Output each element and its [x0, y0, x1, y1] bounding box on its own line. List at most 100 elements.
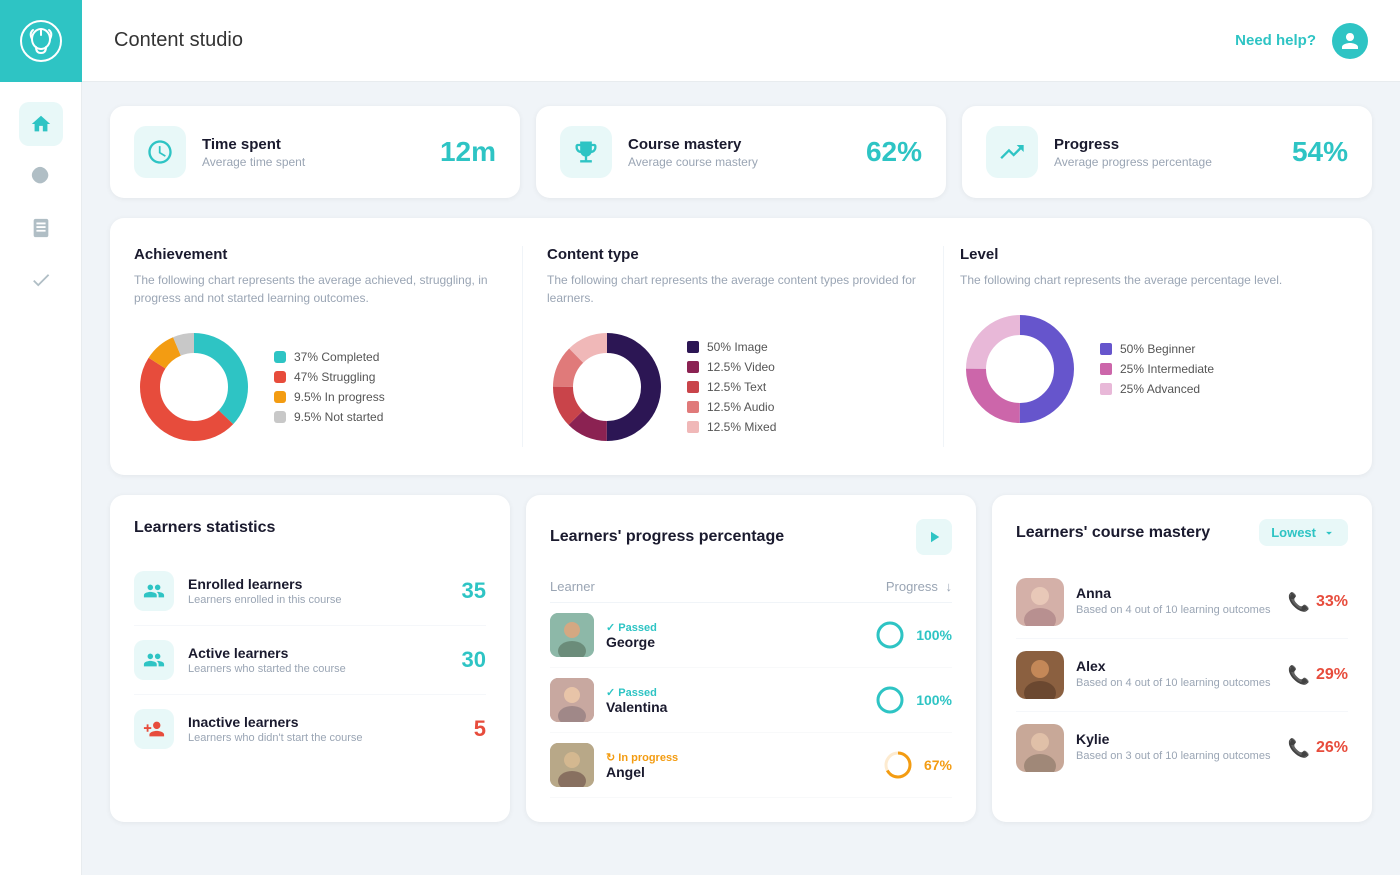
legend-item-image: 50% Image: [687, 340, 776, 354]
kylie-mastery-icon: 📞: [1288, 738, 1310, 759]
trending-icon-wrap: [986, 126, 1038, 178]
legend-label-completed: 37% Completed: [294, 350, 379, 364]
achievement-title: Achievement: [134, 246, 506, 263]
sidebar-item-chart[interactable]: [19, 154, 63, 198]
inactive-value: 5: [474, 716, 486, 742]
progress-arrow-btn[interactable]: [916, 519, 952, 555]
progress-label: Progress: [1054, 136, 1276, 153]
need-help-link[interactable]: Need help?: [1235, 32, 1316, 49]
time-spent-info: Time spent Average time spent: [202, 136, 424, 169]
time-spent-sublabel: Average time spent: [202, 155, 424, 169]
legend-dot-video: [687, 361, 699, 373]
dashboard-content: Time spent Average time spent 12m Course…: [82, 82, 1400, 846]
stat-cards-row: Time spent Average time spent 12m Course…: [110, 106, 1372, 198]
inactive-icon-wrap: [134, 709, 174, 749]
mastery-filter-dropdown[interactable]: Lowest: [1259, 519, 1348, 546]
legend-label-video: 12.5% Video: [707, 360, 775, 374]
legend-item-video: 12.5% Video: [687, 360, 776, 374]
legend-item-struggling: 47% Struggling: [274, 370, 385, 384]
level-title: Level: [960, 246, 1332, 263]
clock-icon: [146, 138, 174, 166]
legend-dot-beginner: [1100, 343, 1112, 355]
legend-item-audio: 12.5% Audio: [687, 400, 776, 414]
course-mastery-card: Learners' course mastery Lowest: [992, 495, 1372, 822]
anna-value-wrap: 📞 33%: [1288, 592, 1348, 613]
course-mastery-info: Course mastery Average course mastery: [628, 136, 850, 169]
achievement-desc: The following chart represents the avera…: [134, 271, 506, 307]
george-status: ✓ Passed: [606, 621, 657, 634]
enrolled-value: 35: [462, 578, 486, 604]
active-icon-wrap: [134, 640, 174, 680]
kylie-value-wrap: 📞 26%: [1288, 738, 1348, 759]
sidebar-item-check[interactable]: [19, 258, 63, 302]
mastery-title: Learners' course mastery: [1016, 524, 1210, 542]
kylie-pct: 26%: [1316, 739, 1348, 757]
table-row: ✓ Passed George: [550, 603, 952, 668]
progress-card: Progress Average progress percentage 54%: [962, 106, 1372, 198]
progress-table-card: Learners' progress percentage Learner Pr…: [526, 495, 976, 822]
mastery-header: Learners' course mastery Lowest: [1016, 519, 1348, 546]
mastery-row-kylie: Kylie Based on 3 out of 10 learning outc…: [1016, 712, 1348, 784]
content-type-legend: 50% Image 12.5% Video 12.5% Text 12: [687, 340, 776, 434]
mastery-filter-label: Lowest: [1271, 525, 1316, 540]
enrolled-info: Enrolled learners Learners enrolled in t…: [188, 576, 448, 606]
progress-sublabel: Average progress percentage: [1054, 155, 1276, 169]
progress-info: Progress Average progress percentage: [1054, 136, 1276, 169]
george-progress-cell: 100%: [800, 603, 952, 668]
alex-avatar-svg: [1016, 651, 1064, 699]
trending-icon: [998, 138, 1026, 166]
clock-icon-wrap: [134, 126, 186, 178]
legend-item-mixed: 12.5% Mixed: [687, 420, 776, 434]
course-mastery-card: Course mastery Average course mastery 62…: [536, 106, 946, 198]
angel-progress-circle: [882, 749, 914, 781]
valentina-name: Valentina: [606, 699, 667, 715]
course-mastery-sublabel: Average course mastery: [628, 155, 850, 169]
legend-label-audio: 12.5% Audio: [707, 400, 774, 414]
col-learner: Learner: [550, 571, 800, 603]
valentina-pct: 100%: [916, 692, 952, 708]
angel-progress-cell: 67%: [800, 733, 952, 798]
kylie-photo: [1016, 724, 1064, 772]
anna-sub: Based on 4 out of 10 learning outcomes: [1076, 603, 1276, 618]
sort-icon[interactable]: ↓: [946, 579, 953, 594]
george-pct: 100%: [916, 627, 952, 643]
sidebar-item-home[interactable]: [19, 102, 63, 146]
time-spent-label: Time spent: [202, 136, 424, 153]
content-type-title: Content type: [547, 246, 919, 263]
valentina-status: ✓ Passed: [606, 686, 667, 699]
legend-dot-inprogress: [274, 391, 286, 403]
legend-dot-notstarted: [274, 411, 286, 423]
table-row: ✓ Passed Valentina: [550, 668, 952, 733]
angel-pct: 67%: [924, 757, 952, 773]
active-icon: [143, 649, 165, 671]
learner-stats-title: Learners statistics: [134, 519, 486, 537]
progress-table: Learner Progress ↓: [550, 571, 952, 798]
george-name: George: [606, 634, 657, 650]
content-type-chart-body: 50% Image 12.5% Video 12.5% Text 12: [547, 327, 919, 447]
enrolled-learners-row: Enrolled learners Learners enrolled in t…: [134, 557, 486, 626]
legend-item-inprogress: 9.5% In progress: [274, 390, 385, 404]
achievement-chart-section: Achievement The following chart represen…: [134, 246, 523, 447]
mastery-row-anna: Anna Based on 4 out of 10 learning outco…: [1016, 566, 1348, 639]
achievement-donut-svg: [134, 327, 254, 447]
alex-value-wrap: 📞 29%: [1288, 665, 1348, 686]
valentina-progress-cell: 100%: [800, 668, 952, 733]
active-info: Active learners Learners who started the…: [188, 645, 448, 675]
charts-card: Achievement The following chart represen…: [110, 218, 1372, 475]
level-legend: 50% Beginner 25% Intermediate 25% Advanc…: [1100, 342, 1214, 396]
kylie-avatar-svg: [1016, 724, 1064, 772]
angel-status: ↻ In progress: [606, 751, 678, 764]
kylie-info: Kylie Based on 3 out of 10 learning outc…: [1076, 731, 1276, 764]
sidebar-item-book[interactable]: [19, 206, 63, 250]
achievement-chart-body: 37% Completed 47% Struggling 9.5% In pro…: [134, 327, 506, 447]
valentina-avatar-svg: [550, 678, 594, 722]
angel-name-wrap: ↻ In progress Angel: [606, 751, 678, 780]
legend-label-intermediate: 25% Intermediate: [1120, 362, 1214, 376]
alex-info: Alex Based on 4 out of 10 learning outco…: [1076, 658, 1276, 691]
user-avatar[interactable]: [1332, 23, 1368, 59]
alex-name: Alex: [1076, 658, 1276, 674]
enrolled-icon: [143, 580, 165, 602]
legend-label-notstarted: 9.5% Not started: [294, 410, 383, 424]
legend-dot-intermediate: [1100, 363, 1112, 375]
enrolled-label: Enrolled learners: [188, 576, 448, 592]
